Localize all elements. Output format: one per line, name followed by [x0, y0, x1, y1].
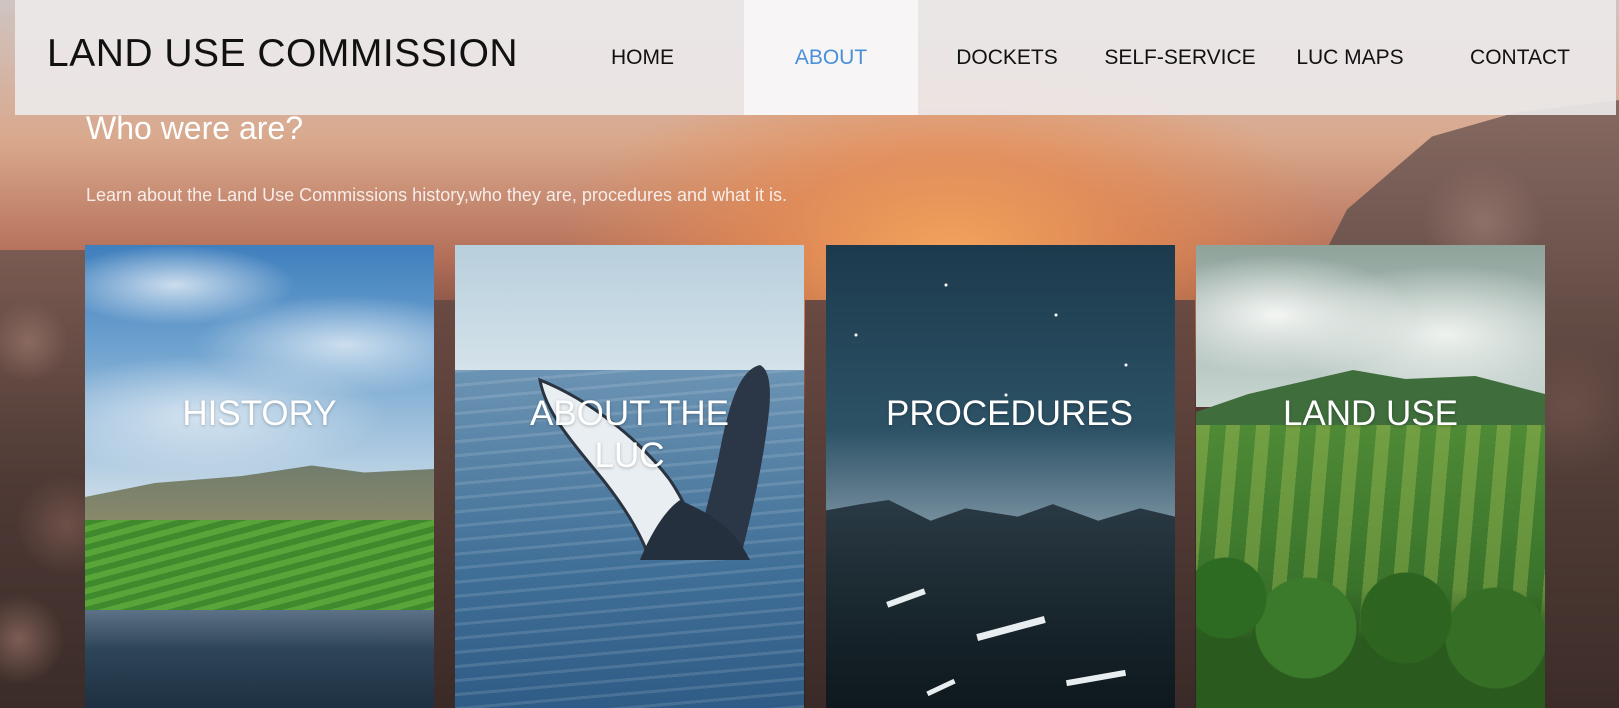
nav-contact[interactable]: CONTACT — [1445, 0, 1595, 115]
card-procedures-image — [826, 245, 1175, 708]
intro-heading: Who were are? — [86, 110, 303, 146]
card-procedures-label: PROCEDURES — [886, 394, 1133, 433]
site-title[interactable]: LAND USE COMMISSION — [47, 32, 518, 76]
nav-dockets[interactable]: DOCKETS — [932, 0, 1082, 115]
card-about-the-luc[interactable]: ABOUT THE LUC — [455, 245, 804, 708]
card-land-use-label: LAND USE — [1282, 394, 1459, 433]
intro-text: Learn about the Land Use Commissions his… — [86, 185, 788, 205]
card-history[interactable]: HISTORY — [85, 245, 434, 708]
card-history-label: HISTORY — [182, 394, 337, 433]
card-land-use-image — [1196, 245, 1545, 708]
nav-about[interactable]: ABOUT — [744, 0, 918, 115]
card-about-label: ABOUT THE LUC — [529, 394, 730, 475]
nav-luc-maps[interactable]: LUC MAPS — [1275, 0, 1425, 115]
card-procedures[interactable]: PROCEDURES — [826, 245, 1175, 708]
background-rock-left — [0, 250, 95, 708]
card-history-image — [85, 245, 434, 708]
nav-home[interactable]: HOME — [570, 0, 715, 115]
nav-self-service[interactable]: SELF-SERVICE — [1100, 0, 1260, 115]
card-land-use[interactable]: LAND USE — [1196, 245, 1545, 708]
site-header: LAND USE COMMISSION HOME ABOUT DOCKETS S… — [15, 0, 1616, 115]
background-rock-gap — [1175, 300, 1195, 708]
